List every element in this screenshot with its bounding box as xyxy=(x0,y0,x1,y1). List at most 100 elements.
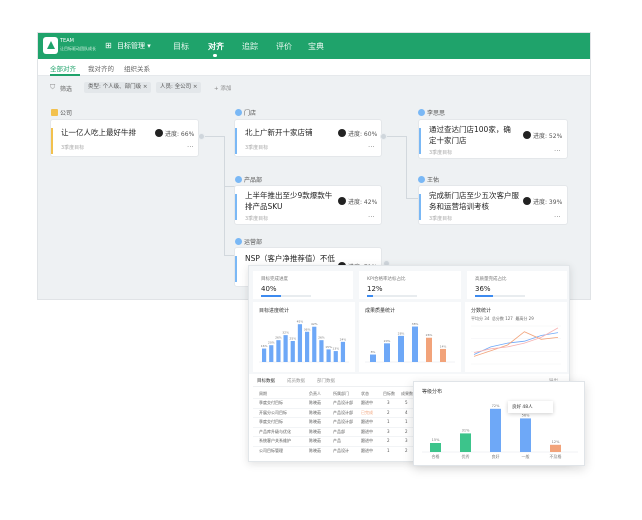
bar xyxy=(276,340,281,362)
goal-progress: 进度: 66% xyxy=(165,131,195,138)
data-label: 42% xyxy=(311,322,318,326)
filter-chip-type[interactable]: 类型: 个人级、部门级 × xyxy=(84,82,152,93)
stat-value: 40% xyxy=(261,285,277,293)
goal-progress: 进度: 39% xyxy=(533,199,563,206)
goal-card-li[interactable]: 通过查达门店100家，确 定十家门店 3季度目标 进度: 52% ··· xyxy=(418,119,568,159)
score-line-chart xyxy=(471,325,561,365)
filter-icon[interactable]: ⛉ xyxy=(50,83,55,92)
node-header-dept: 门店 xyxy=(235,108,256,117)
goal-period: 3季度目标 xyxy=(429,150,453,156)
node-header-ops: 运营部 xyxy=(235,237,262,246)
more-button[interactable]: ··· xyxy=(187,143,194,151)
table-cell: 2 xyxy=(387,438,390,444)
nav-handbook[interactable]: 宝典 xyxy=(308,41,324,52)
filter-chip-people[interactable]: 人员: 全公司 × xyxy=(156,82,202,93)
chart-tooltip: 良好 48人 xyxy=(508,401,553,413)
data-label: 45% xyxy=(297,320,304,324)
nav-track[interactable]: 追踪 xyxy=(242,41,258,52)
tab-member-data[interactable]: 成员数据 xyxy=(287,378,305,384)
data-label: 12% xyxy=(552,440,560,444)
tab-dept-data[interactable]: 部门数据 xyxy=(317,378,335,384)
connector xyxy=(406,136,407,198)
nav-review[interactable]: 评价 xyxy=(276,41,292,52)
chart-title: 分数统计 xyxy=(471,308,492,314)
data-label: 15% xyxy=(325,345,332,349)
node-header-label: 产品部 xyxy=(244,177,263,184)
bar xyxy=(283,335,288,362)
table-cell: 季度交付目标 xyxy=(259,400,283,405)
data-label: 32% xyxy=(282,331,289,335)
legend-item: 最高分 29 xyxy=(515,316,534,321)
table-cell: 陈晓茹 xyxy=(309,428,321,434)
goal-title: 让一亿人吃上最好牛排 xyxy=(61,128,136,137)
table-cell: 季度交付目标 xyxy=(259,419,283,425)
more-button[interactable]: ··· xyxy=(554,213,561,221)
chart-title: 成果质量统计 xyxy=(365,308,396,314)
node-header-label: 运营部 xyxy=(244,239,263,246)
goal-card-dept[interactable]: 北上广新开十家店铺 3季度目标 进度: 60% ··· xyxy=(234,119,382,157)
goal-card-company[interactable]: 让一亿人吃上最好牛排 3季度目标 进度: 66% ··· xyxy=(50,119,199,157)
bar xyxy=(384,343,390,362)
column-header: 所属部门 xyxy=(333,391,349,396)
goal-title-line2: 定十家门店 xyxy=(429,136,467,145)
progress-bar-chart: 16%20%26%32%25%45%36%42%26%15% 13%24% xyxy=(259,320,349,363)
column-header: 状态 xyxy=(361,391,369,396)
goal-card-wang[interactable]: 完成新门店至少五次客户服 务和运营培训考核 3季度目标 进度: 39% ··· xyxy=(418,185,568,225)
module-switcher[interactable]: 目标管理 ▾ xyxy=(117,41,151,51)
person-icon xyxy=(418,176,425,183)
collapse-node-button[interactable] xyxy=(380,133,387,140)
connector xyxy=(203,136,225,137)
goal-progress: 进度: 42% xyxy=(348,199,378,206)
tab-org[interactable]: 组织关系 xyxy=(124,63,150,73)
goal-card-product[interactable]: 上半年推出至少9款爆款牛 排产品SKU 3季度目标 进度: 42% ··· xyxy=(234,185,382,225)
filter-label[interactable]: 筛选 xyxy=(60,84,72,93)
more-button[interactable]: ··· xyxy=(554,147,561,155)
goal-progress: 进度: 60% xyxy=(348,131,378,138)
tab-my-align[interactable]: 我对齐的 xyxy=(88,63,114,73)
table-cell: 公司目标管理 xyxy=(259,448,283,453)
brand-name: TEAM xyxy=(60,38,74,44)
more-button[interactable]: ··· xyxy=(368,213,375,221)
tab-goal-data[interactable]: 目标数据 xyxy=(257,378,275,384)
data-label: 38% xyxy=(412,322,419,326)
category-label: 良好 xyxy=(492,453,500,459)
column-header: 周期 xyxy=(259,391,267,396)
avatar xyxy=(338,129,346,137)
stat-bar-fill xyxy=(475,295,493,297)
card-accent xyxy=(235,194,237,220)
brand-slogan: 让目标驱动团队成长 xyxy=(60,46,96,51)
goal-title: 北上广新开十家店铺 xyxy=(245,128,313,137)
table-cell: 1 xyxy=(387,448,390,453)
top-navbar: TEAM 让目标驱动团队成长 ⊞ 目标管理 ▾ 目标 对齐 追踪 评价 宝典 xyxy=(38,33,590,59)
grid-icon[interactable]: ⊞ xyxy=(105,41,114,50)
table-cell: 跟进中 xyxy=(361,438,373,444)
collapse-node-button[interactable] xyxy=(198,133,205,140)
node-header-label: 门店 xyxy=(244,110,257,117)
more-button[interactable]: ··· xyxy=(368,143,375,151)
table-cell: 陈晓茹 xyxy=(309,438,321,444)
chart-panel-quality: 成果质量统计 8% 20% 28% 38% 26% 14% xyxy=(359,302,461,372)
person-icon xyxy=(418,109,425,116)
column-header: 负责人 xyxy=(309,391,321,396)
person-icon xyxy=(235,109,242,116)
stat-bar-fill xyxy=(367,295,373,297)
data-label: 16% xyxy=(261,344,268,348)
avatar xyxy=(523,197,531,205)
tab-all-align[interactable]: 全部对齐 xyxy=(50,63,76,73)
add-filter-button[interactable]: + 添加 xyxy=(214,84,231,92)
nav-goal[interactable]: 目标 xyxy=(173,41,189,52)
quality-bar-chart: 8% 20% 28% 38% 26% 14% xyxy=(365,322,455,363)
chart-panel-progress: 目标进度统计 16% 20% 26% 32% 25% 45% 36% 42% 26% 15% 13%… xyxy=(253,302,355,372)
table-cell: 跟进中 xyxy=(361,400,373,405)
table-cell: 3 xyxy=(387,400,390,405)
table-cell: 1 xyxy=(387,419,390,425)
category-label: 合格 xyxy=(432,453,440,459)
legend-item: 平均分 34 xyxy=(471,316,490,321)
avatar xyxy=(155,129,163,137)
card-accent xyxy=(419,128,421,154)
bar xyxy=(319,340,324,362)
nav-align[interactable]: 对齐 xyxy=(208,41,224,52)
table-cell: 2 xyxy=(387,409,390,415)
table-cell: 陈晓茹 xyxy=(309,419,321,425)
card-accent xyxy=(51,128,53,154)
